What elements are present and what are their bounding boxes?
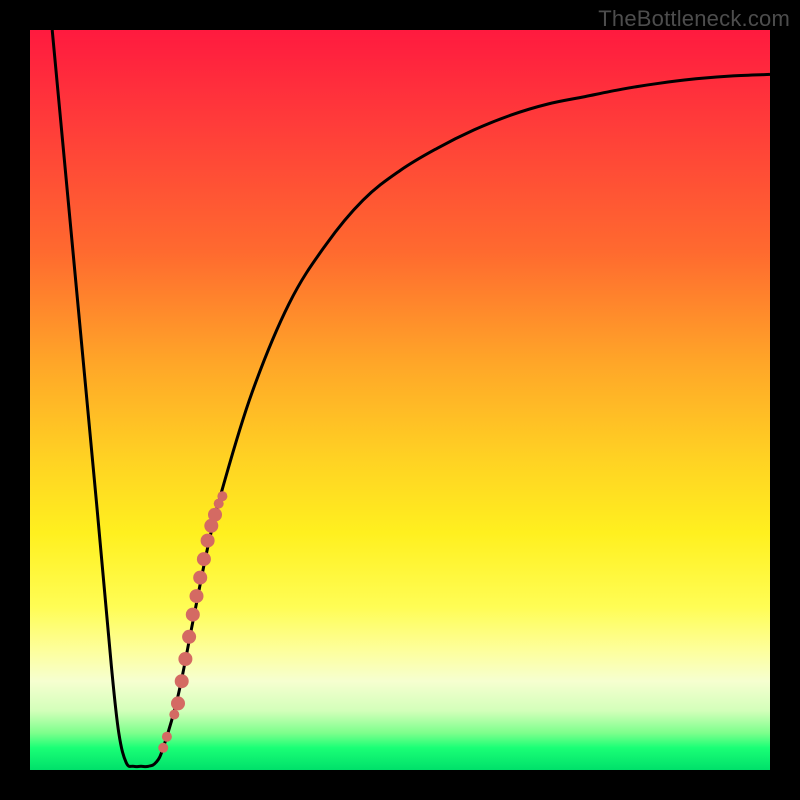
marker-dot — [182, 630, 196, 644]
chart-frame: TheBottleneck.com — [0, 0, 800, 800]
marker-dot — [169, 710, 179, 720]
chart-plot-area — [30, 30, 770, 770]
marker-dot — [186, 608, 200, 622]
marker-dot — [197, 552, 211, 566]
marker-dot — [162, 732, 172, 742]
marker-dot — [175, 674, 189, 688]
marker-dot — [193, 571, 207, 585]
marker-dot — [208, 508, 222, 522]
marker-dot — [201, 534, 215, 548]
marker-dot — [178, 652, 192, 666]
attribution-label: TheBottleneck.com — [598, 6, 790, 32]
marker-dot — [217, 491, 227, 501]
chart-svg — [30, 30, 770, 770]
marker-dot — [158, 743, 168, 753]
marker-dot — [171, 696, 185, 710]
bottleneck-curve — [52, 30, 770, 767]
marker-dot — [190, 589, 204, 603]
